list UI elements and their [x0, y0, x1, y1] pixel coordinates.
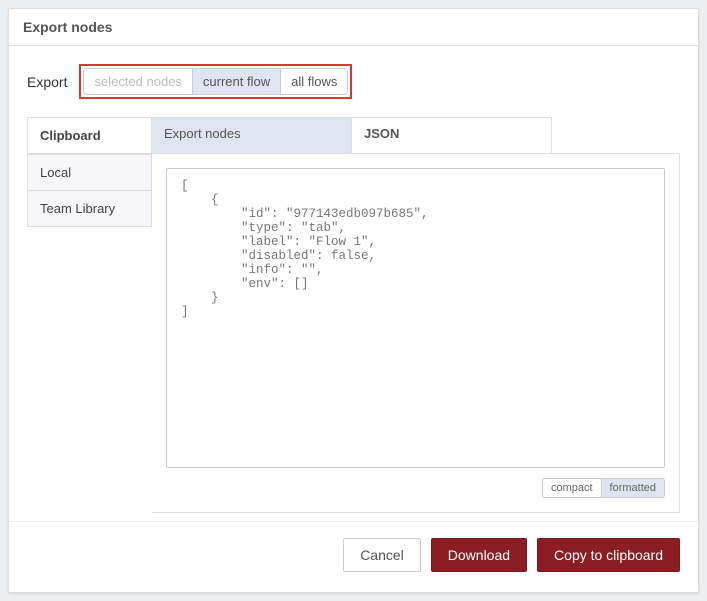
format-formatted-button[interactable]: formatted — [601, 478, 665, 498]
dialog-title: Export nodes — [9, 9, 698, 46]
export-label: Export — [27, 74, 67, 90]
content-area: Local Team Library [ { "id": "977143edb0… — [27, 154, 680, 513]
copy-to-clipboard-button[interactable]: Copy to clipboard — [537, 538, 680, 572]
format-group: compact formatted — [542, 478, 665, 498]
dialog-body: Export selected nodes current flow all f… — [9, 46, 698, 521]
export-options-highlight: selected nodes current flow all flows — [79, 64, 352, 99]
sidebar: Local Team Library — [27, 154, 152, 513]
format-row: compact formatted — [166, 478, 665, 498]
tabs-spacer — [552, 117, 680, 154]
json-output[interactable]: [ { "id": "977143edb097b685", "type": "t… — [166, 168, 665, 468]
tabs-row: Clipboard Export nodes JSON — [27, 117, 680, 154]
export-all-flows-button[interactable]: all flows — [280, 68, 348, 95]
dialog-footer: Cancel Download Copy to clipboard — [9, 521, 698, 592]
cancel-button[interactable]: Cancel — [343, 538, 421, 572]
tab-export-nodes[interactable]: Export nodes — [152, 117, 352, 154]
tab-json[interactable]: JSON — [352, 117, 552, 154]
export-scope-group: selected nodes current flow all flows — [83, 68, 348, 95]
format-compact-button[interactable]: compact — [542, 478, 602, 498]
download-button[interactable]: Download — [431, 538, 527, 572]
sidebar-tab-team-library[interactable]: Team Library — [27, 191, 152, 227]
export-current-flow-button[interactable]: current flow — [192, 68, 281, 95]
sidebar-tab-local[interactable]: Local — [27, 154, 152, 191]
sidebar-tab-clipboard[interactable]: Clipboard — [27, 117, 152, 154]
export-scope-row: Export selected nodes current flow all f… — [27, 64, 680, 99]
export-dialog: Export nodes Export selected nodes curre… — [8, 8, 699, 593]
export-selected-nodes-button[interactable]: selected nodes — [83, 68, 192, 95]
main-panel: [ { "id": "977143edb097b685", "type": "t… — [152, 154, 680, 513]
